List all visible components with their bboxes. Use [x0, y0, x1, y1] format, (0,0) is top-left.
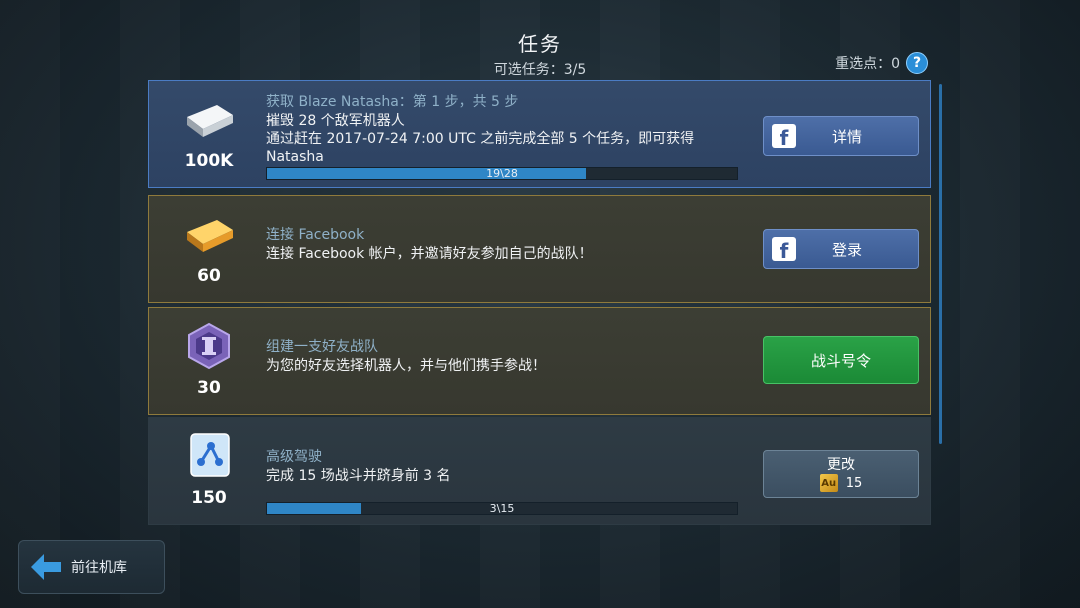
clan-hexagon-icon	[188, 322, 230, 370]
arrow-left-icon	[31, 554, 61, 580]
login-button[interactable]: f 登录	[763, 229, 919, 269]
progress-bar: 19\28	[266, 167, 738, 180]
reroll-points-label: 重选点：0	[835, 56, 900, 72]
mission-reward: 30	[167, 322, 251, 398]
back-to-hangar-button[interactable]: 前往机库	[18, 540, 165, 594]
mission-card[interactable]: 60 连接 Facebook 连接 Facebook 帐户，并邀请好友参加自己的…	[148, 195, 931, 303]
facebook-icon: f	[772, 124, 796, 148]
reward-amount: 30	[197, 378, 221, 398]
mission-description: 为您的好友选择机器人，并与他们携手参战！	[266, 358, 546, 374]
mission-title: 组建一支好友战队	[266, 339, 378, 355]
mission-title: 获取 Blaze Natasha：第 1 步，共 5 步	[266, 94, 519, 110]
mission-title: 高级驾驶	[266, 449, 322, 465]
mission-description: 完成 15 场战斗并跻身前 3 名	[266, 468, 451, 484]
login-button-label: 登录	[831, 240, 862, 259]
mission-card[interactable]: 150 高级驾驶 完成 15 场战斗并跻身前 3 名 3\15 更改 Au 15	[148, 417, 931, 525]
progress-text: 3\15	[489, 502, 515, 515]
mission-title: 连接 Facebook	[266, 227, 365, 243]
mission-reward: 150	[167, 432, 251, 508]
progress-bar: 3\15	[266, 502, 738, 515]
help-icon[interactable]: ?	[906, 52, 928, 74]
change-button[interactable]: 更改 Au 15	[763, 450, 919, 498]
silver-bar-icon	[187, 105, 233, 137]
scrollbar[interactable]	[939, 84, 942, 444]
battle-call-button[interactable]: 战斗号令	[763, 336, 919, 384]
mission-reward: 100K	[167, 95, 251, 171]
change-cost-amount: 15	[845, 475, 863, 491]
mission-text: 连接 Facebook 连接 Facebook 帐户，并邀请好友参加自己的战队！	[266, 226, 746, 263]
facebook-icon: f	[772, 237, 796, 261]
mission-text: 高级驾驶 完成 15 场战斗并跻身前 3 名	[266, 448, 746, 485]
details-button[interactable]: f 详情	[763, 116, 919, 156]
key-card-icon	[190, 433, 230, 477]
gold-currency-icon: Au	[819, 474, 838, 492]
mission-text: 获取 Blaze Natasha：第 1 步，共 5 步 摧毁 28 个敌军机器…	[266, 93, 746, 166]
mission-description: 通过赶在 2017-07-24 7:00 UTC 之前完成全部 5 个任务，即可…	[266, 131, 695, 147]
change-cost: Au 15	[819, 474, 863, 492]
battle-call-button-label: 战斗号令	[810, 351, 871, 370]
mission-card[interactable]: 30 组建一支好友战队 为您的好友选择机器人，并与他们携手参战！ 战斗号令	[148, 307, 931, 415]
mission-reward: 60	[167, 210, 251, 286]
mission-text: 组建一支好友战队 为您的好友选择机器人，并与他们携手参战！	[266, 338, 746, 375]
change-button-label: 更改	[827, 457, 855, 473]
details-button-label: 详情	[831, 127, 862, 146]
mission-description: Natasha	[266, 149, 324, 165]
back-to-hangar-label: 前往机库	[71, 560, 127, 576]
reward-amount: 60	[197, 266, 221, 286]
reward-amount: 150	[191, 488, 227, 508]
reroll-points: 重选点：0 ?	[835, 52, 928, 74]
mission-description: 连接 Facebook 帐户，并邀请好友参加自己的战队！	[266, 246, 593, 262]
reward-amount: 100K	[184, 151, 234, 171]
gold-bar-icon	[187, 220, 233, 252]
progress-text: 19\28	[486, 167, 518, 180]
mission-card[interactable]: 100K 获取 Blaze Natasha：第 1 步，共 5 步 摧毁 28 …	[148, 80, 931, 188]
mission-description: 摧毁 28 个敌军机器人	[266, 113, 405, 129]
mission-list[interactable]: 100K 获取 Blaze Natasha：第 1 步，共 5 步 摧毁 28 …	[148, 80, 933, 535]
